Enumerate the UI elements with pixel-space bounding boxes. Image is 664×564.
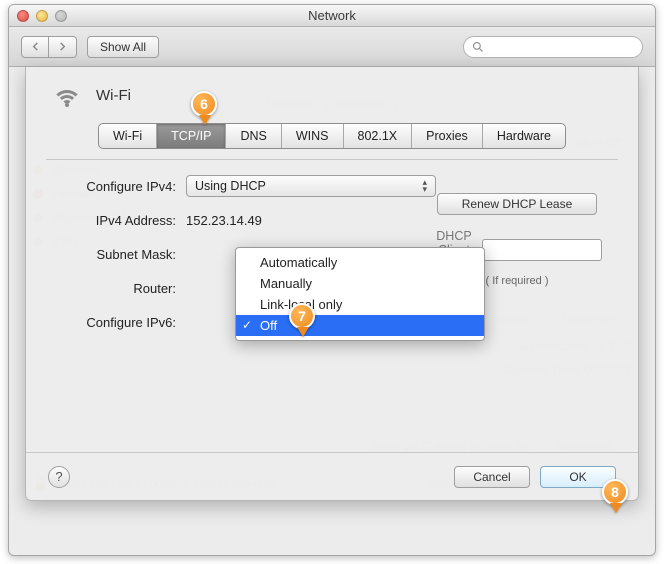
tab-proxies[interactable]: Proxies	[412, 124, 483, 148]
tab-bar: Wi-FiTCP/IPDNSWINS802.1XProxiesHardware	[98, 123, 566, 149]
zoom-window-button[interactable]	[55, 10, 67, 22]
popup-arrows-icon: ▴▾	[422, 179, 427, 193]
chevron-left-icon	[31, 42, 40, 51]
nav-back-forward	[21, 36, 77, 58]
show-all-button[interactable]: Show All	[87, 36, 159, 58]
wifi-icon	[50, 81, 84, 109]
help-button[interactable]: ?	[48, 466, 70, 488]
configure-ipv4-label: Configure IPv4:	[56, 179, 186, 194]
ipv4-address-label: IPv4 Address:	[56, 213, 186, 228]
check-icon: ✓	[242, 318, 252, 332]
forward-button[interactable]	[49, 36, 77, 58]
ipv4-address-value: 152.23.14.49	[186, 213, 262, 228]
search-icon	[472, 41, 484, 53]
close-window-button[interactable]	[17, 10, 29, 22]
tab-dns[interactable]: DNS	[226, 124, 281, 148]
configure-ipv6-label: Configure IPv6:	[56, 315, 186, 330]
search-input[interactable]	[490, 39, 649, 55]
search-field-wrap	[463, 36, 643, 58]
window-body: Location: Automatic Status: Connected Tu…	[9, 67, 655, 555]
tab-hardware[interactable]: Hardware	[483, 124, 565, 148]
tab-tcpip[interactable]: TCP/IP	[157, 124, 226, 148]
toolbar: Show All	[9, 27, 655, 67]
traffic-lights	[17, 10, 67, 22]
minimize-window-button[interactable]	[36, 10, 48, 22]
service-name: Wi-Fi	[96, 87, 131, 104]
configure-ipv4-popup[interactable]: Using DHCP ▴▾	[186, 175, 436, 197]
window-title: Network	[308, 8, 356, 23]
cancel-button[interactable]: Cancel	[454, 466, 530, 488]
ipv6-option-automatically[interactable]: Automatically	[236, 252, 484, 273]
router-label: Router:	[56, 281, 186, 296]
subnet-mask-label: Subnet Mask:	[56, 247, 186, 262]
ok-button[interactable]: OK	[540, 466, 616, 488]
chevron-right-icon	[58, 42, 67, 51]
dhcp-client-id-input[interactable]	[482, 239, 602, 261]
ipv6-option-off[interactable]: ✓Off	[236, 315, 484, 336]
ipv6-option-link-local-only[interactable]: Link-local only	[236, 294, 484, 315]
tab-wins[interactable]: WINS	[282, 124, 344, 148]
renew-dhcp-button[interactable]: Renew DHCP Lease	[437, 193, 597, 215]
ipv6-option-manually[interactable]: Manually	[236, 273, 484, 294]
titlebar: Network	[9, 5, 655, 27]
tab-8021x[interactable]: 802.1X	[344, 124, 413, 148]
configure-ipv6-menu: AutomaticallyManuallyLink-local only✓Off	[235, 247, 485, 341]
back-button[interactable]	[21, 36, 49, 58]
preferences-window: Network Show All Location: Automatic Sta…	[8, 4, 656, 556]
sheet-footer: ? Cancel OK	[26, 452, 638, 500]
advanced-sheet: Wi-Fi Wi-FiTCP/IPDNSWINS802.1XProxiesHar…	[25, 67, 639, 501]
ipv4-method-value: Using DHCP	[195, 179, 266, 193]
tab-wifi[interactable]: Wi-Fi	[99, 124, 157, 148]
